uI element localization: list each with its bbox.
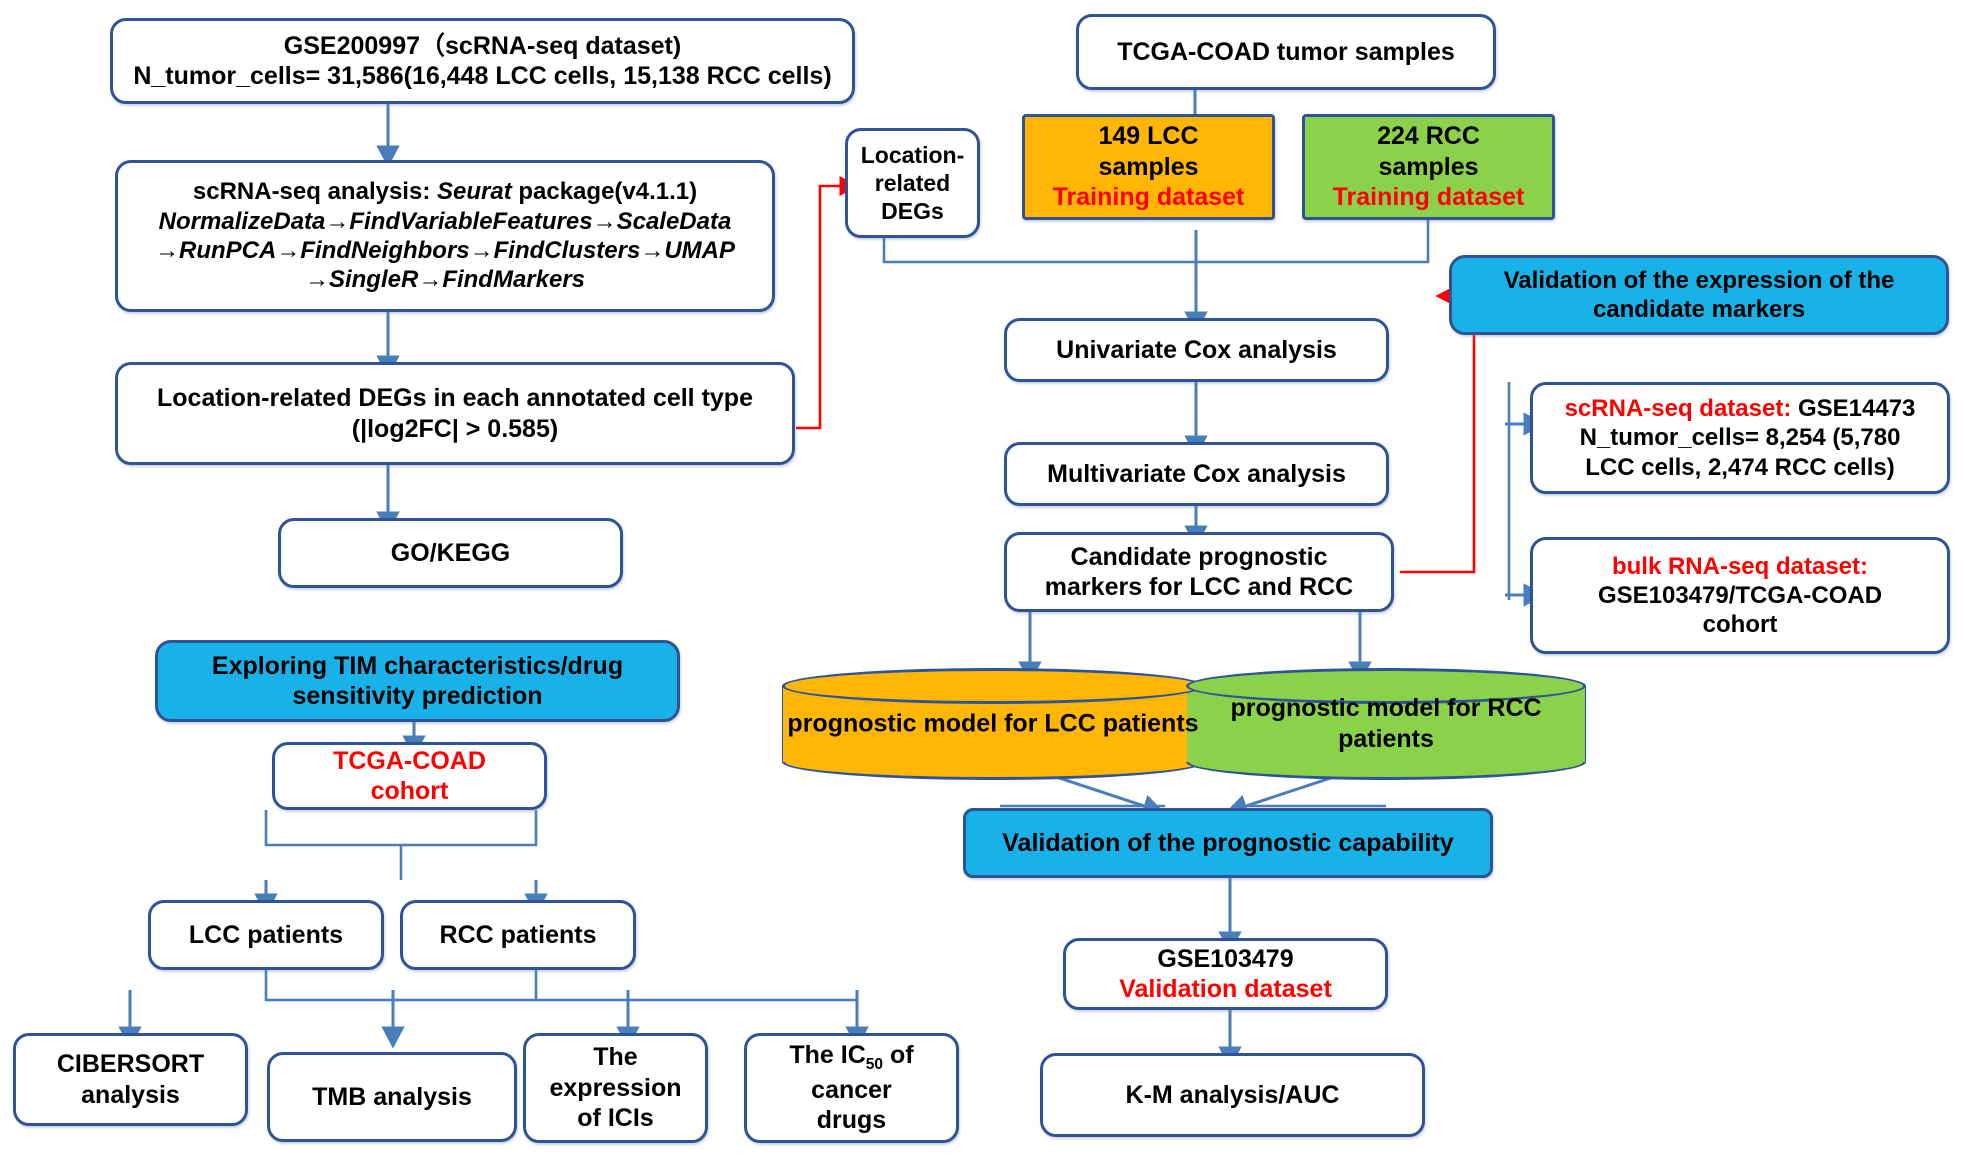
node-tcga-coad-cohort: TCGA-COAD cohort bbox=[272, 742, 547, 810]
tmb-label: TMB analysis bbox=[312, 1082, 472, 1111]
node-validation-expression: Validation of the expression of the cand… bbox=[1449, 255, 1949, 335]
location-degs-line2: (|log2FC| > 0.585) bbox=[351, 414, 559, 443]
scrnaseq-analysis-line3: →RunPCA→FindNeighbors→FindClusters→UMAP bbox=[155, 237, 735, 264]
gse200997-line2: N_tumor_cells= 31,586(16,448 LCC cells, … bbox=[133, 62, 832, 90]
scrnaseq-validation-line2: N_tumor_cells= 8,254 (5,780 bbox=[1579, 424, 1901, 452]
candidate-markers-line1: Candidate prognostic bbox=[1070, 542, 1328, 571]
flowchart-canvas: GSE200997（scRNA-seq dataset) N_tumor_cel… bbox=[0, 0, 1964, 1162]
node-rcc-patients: RCC patients bbox=[400, 900, 636, 970]
node-lcc-patients: LCC patients bbox=[148, 900, 384, 970]
node-expression-of-icis: The expression of ICIs bbox=[523, 1033, 708, 1143]
node-tcga-coad-tumor-samples: TCGA-COAD tumor samples bbox=[1076, 14, 1496, 90]
node-validation-prognostic-capability: Validation of the prognostic capability bbox=[963, 808, 1493, 878]
node-go-kegg: GO/KEGG bbox=[278, 518, 623, 588]
node-224-rcc-samples: 224 RCC samples Training dataset bbox=[1302, 114, 1555, 220]
gse200997-line1: GSE200997（scRNA-seq dataset) bbox=[283, 31, 682, 60]
scrnaseq-validation-line3: LCC cells, 2,474 RCC cells) bbox=[1585, 453, 1895, 481]
icis-line3: of ICIs bbox=[577, 1104, 654, 1133]
multivariate-label: Multivariate Cox analysis bbox=[1047, 459, 1346, 488]
gse103479-validation-label: Validation dataset bbox=[1119, 975, 1332, 1003]
node-location-related-degs: Location- related DEGs bbox=[845, 128, 980, 238]
icis-line1: The bbox=[593, 1043, 638, 1072]
node-location-degs-each-cell-type: Location-related DEGs in each annotated … bbox=[115, 362, 795, 465]
cibersort-line2: analysis bbox=[81, 1080, 180, 1109]
node-tmb-analysis: TMB analysis bbox=[267, 1052, 517, 1142]
node-multivariate-cox: Multivariate Cox analysis bbox=[1004, 442, 1389, 506]
scrnaseq-analysis-line4: →SingleR→FindMarkers bbox=[304, 266, 586, 294]
icis-line2: expression bbox=[549, 1073, 682, 1102]
node-prognostic-model-rcc: prognostic model for RCC patients bbox=[1186, 668, 1586, 780]
cibersort-line1: CIBERSORT bbox=[56, 1050, 205, 1078]
tcga-tumor-samples-label: TCGA-COAD tumor samples bbox=[1117, 37, 1455, 66]
ic50-line2: cancer bbox=[811, 1075, 892, 1104]
exploring-tim-line2: sensitivity prediction bbox=[292, 682, 543, 710]
rcc-samples-training-label: Training dataset bbox=[1332, 183, 1525, 212]
exploring-tim-line1: Exploring TIM characteristics/drug bbox=[211, 651, 624, 680]
rcc-samples-line2: samples bbox=[1378, 152, 1479, 181]
model-rcc-line2: patients bbox=[1338, 725, 1434, 753]
rcc-patients-label: RCC patients bbox=[439, 920, 597, 949]
scrnaseq-analysis-line2: NormalizeData→FindVariableFeatures→Scale… bbox=[158, 207, 732, 235]
node-gse103479-validation: GSE103479 Validation dataset bbox=[1063, 938, 1388, 1010]
km-auc-label: K-M analysis/AUC bbox=[1125, 1080, 1340, 1109]
scrnaseq-validation-line1: scRNA-seq dataset: GSE14473 bbox=[1564, 395, 1916, 423]
node-scrnaseq-analysis: scRNA-seq analysis: Seurat package(v4.1.… bbox=[115, 160, 775, 312]
go-kegg-label: GO/KEGG bbox=[390, 538, 511, 567]
model-rcc-line1: prognostic model for RCC bbox=[1230, 693, 1542, 722]
node-149-lcc-samples: 149 LCC samples Training dataset bbox=[1022, 114, 1275, 220]
location-degs-small-line2: related bbox=[874, 169, 951, 196]
node-univariate-cox: Univariate Cox analysis bbox=[1004, 318, 1389, 382]
univariate-label: Univariate Cox analysis bbox=[1056, 335, 1337, 364]
model-lcc-line2: patients bbox=[1102, 709, 1199, 738]
gse103479-line1: GSE103479 bbox=[1157, 944, 1294, 973]
location-degs-small-line1: Location- bbox=[860, 141, 965, 168]
scrnaseq-analysis-line1: scRNA-seq analysis: Seurat package(v4.1.… bbox=[192, 178, 698, 206]
node-km-analysis-auc: K-M analysis/AUC bbox=[1040, 1053, 1425, 1137]
ic50-line3: drugs bbox=[816, 1106, 887, 1135]
location-degs-line1: Location-related DEGs in each annotated … bbox=[157, 384, 753, 412]
model-lcc-line1: prognostic model for LCC bbox=[787, 709, 1096, 738]
lcc-patients-label: LCC patients bbox=[188, 920, 344, 949]
node-scrnaseq-validation-dataset: scRNA-seq dataset: GSE14473 N_tumor_cell… bbox=[1530, 382, 1950, 494]
node-ic50-cancer-drugs: The IC50 of cancer drugs bbox=[744, 1033, 959, 1143]
bulk-validation-line1: bulk RNA-seq dataset: bbox=[1611, 552, 1869, 580]
tcga-coad-cohort-line2: cohort bbox=[370, 777, 449, 805]
node-cibersort-analysis: CIBERSORT analysis bbox=[13, 1033, 248, 1126]
lcc-samples-line2: samples bbox=[1098, 152, 1199, 181]
lcc-samples-line1: 149 LCC bbox=[1098, 122, 1199, 151]
validation-expression-line1: Validation of the expression of the bbox=[1503, 266, 1895, 294]
tcga-coad-cohort-line1: TCGA-COAD bbox=[333, 746, 486, 775]
node-exploring-tim: Exploring TIM characteristics/drug sensi… bbox=[155, 640, 680, 722]
rcc-samples-line1: 224 RCC bbox=[1377, 122, 1480, 151]
ic50-line1: The IC50 of bbox=[789, 1041, 914, 1074]
node-gse200997: GSE200997（scRNA-seq dataset) N_tumor_cel… bbox=[110, 18, 855, 104]
bulk-validation-line2: GSE103479/TCGA-COAD bbox=[1597, 581, 1883, 609]
node-bulk-validation-dataset: bulk RNA-seq dataset: GSE103479/TCGA-COA… bbox=[1530, 537, 1950, 654]
lcc-samples-training-label: Training dataset bbox=[1052, 183, 1245, 212]
candidate-markers-line2: markers for LCC and RCC bbox=[1044, 573, 1354, 601]
cylinder-top-lcc bbox=[782, 668, 1204, 704]
bulk-validation-line3: cohort bbox=[1702, 611, 1778, 639]
location-degs-small-line3: DEGs bbox=[881, 198, 944, 225]
validation-expression-line2: candidate markers bbox=[1592, 296, 1806, 323]
node-prognostic-model-lcc: prognostic model for LCC patients bbox=[782, 668, 1204, 780]
node-candidate-markers: Candidate prognostic markers for LCC and… bbox=[1004, 532, 1394, 612]
validation-prognostic-label: Validation of the prognostic capability bbox=[1002, 828, 1454, 857]
